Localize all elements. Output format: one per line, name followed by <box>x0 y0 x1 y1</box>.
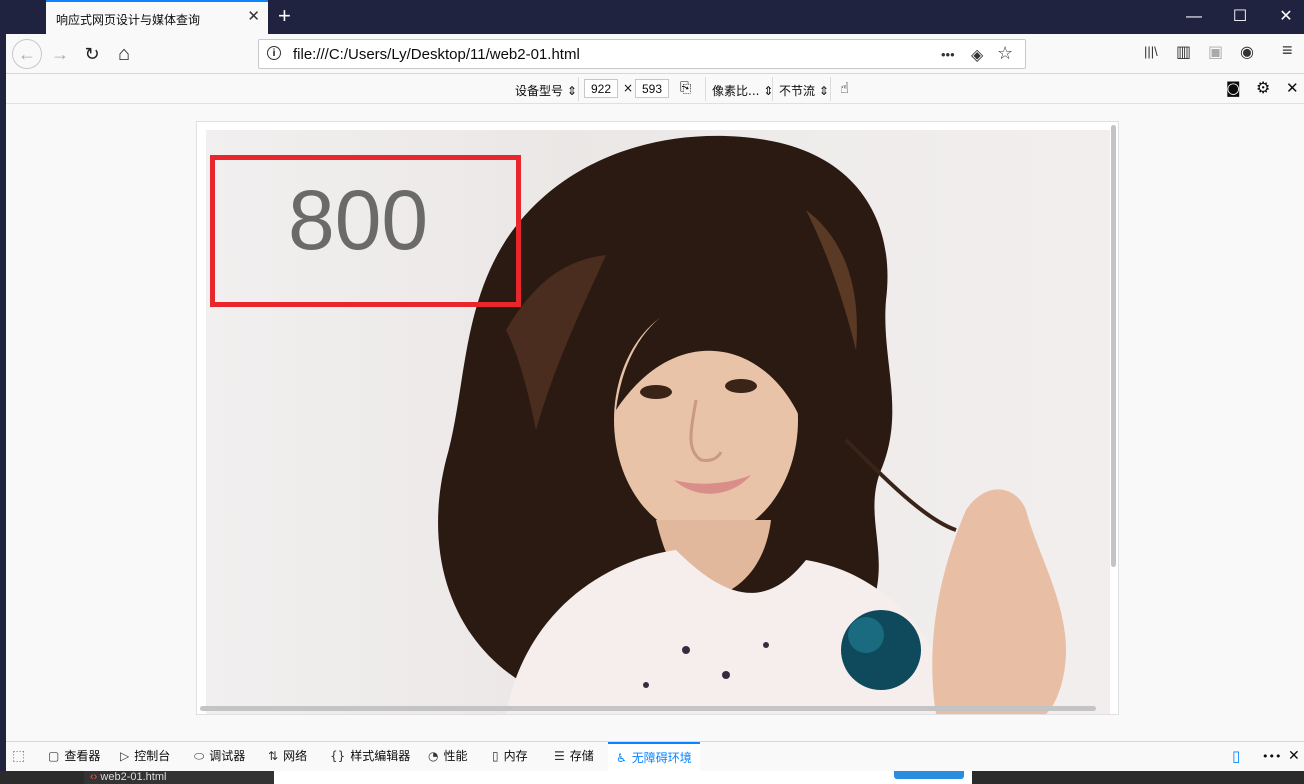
divider <box>830 77 831 101</box>
title-bar: 响应式网页设计与媒体查询 ✕ + — ☐ ✕ <box>0 0 1304 34</box>
debugger-icon: ⬭ <box>194 749 205 763</box>
background-file-tab: ‹› web2-01.html <box>84 771 274 784</box>
divider <box>705 77 706 101</box>
tab-accessibility[interactable]: ♿ 无障碍环境 <box>608 742 700 771</box>
tab-close-icon[interactable]: ✕ <box>247 9 260 24</box>
devtools-toolbar: ⬚ ▢ 查看器 ▷ 控制台 ⬭ 调试器 ⇅ 网络 {} 样式编辑器 ◔ 性能 ▯ 内存 ☰ 存储… <box>6 741 1304 771</box>
tab-network[interactable]: ⇅ 网络 <box>268 742 307 771</box>
dimension-separator: × <box>623 81 634 95</box>
tab-memory[interactable]: ▯ 内存 <box>492 742 528 771</box>
vertical-scrollbar[interactable] <box>1111 125 1116 567</box>
touch-simulation-icon[interactable]: ☝ <box>840 79 849 97</box>
info-icon[interactable]: i <box>267 46 281 60</box>
throttle-selector[interactable]: 不节流 ⇕ <box>779 82 829 99</box>
background-editor <box>274 771 972 784</box>
storage-icon: ☰ <box>554 749 565 763</box>
tab-debugger[interactable]: ⬭ 调试器 <box>194 742 245 771</box>
simulated-viewport: 800 <box>196 121 1119 715</box>
settings-gear-icon[interactable]: ⚙ <box>1256 78 1270 97</box>
window-edge <box>0 34 6 784</box>
tab-style-editor[interactable]: {} 样式编辑器 <box>330 742 410 771</box>
url-text[interactable]: file:///C:/Users/Ly/Desktop/11/web2-01.h… <box>293 46 580 63</box>
account-icon[interactable]: ◉ <box>1240 42 1254 62</box>
console-icon: ▷ <box>120 749 130 763</box>
forward-button[interactable]: → <box>46 40 74 68</box>
memory-icon: ▯ <box>492 749 499 763</box>
sidebar-icon[interactable]: ▥ <box>1176 42 1191 62</box>
url-bar[interactable]: i file:///C:/Users/Ly/Desktop/11/web2-01… <box>258 39 1026 69</box>
menu-icon[interactable]: ≡ <box>1282 40 1293 61</box>
tab-title: 响应式网页设计与媒体查询 <box>56 13 201 27</box>
screenshot-icon[interactable]: ◙ <box>1226 79 1241 97</box>
close-rdm-icon[interactable]: ✕ <box>1286 79 1299 97</box>
minimize-button[interactable]: — <box>1178 6 1210 28</box>
devtools-more-icon[interactable]: ••• <box>1262 742 1281 771</box>
viewport-width-input[interactable]: 922 <box>584 79 618 98</box>
background-button <box>894 771 964 779</box>
viewport-height-input[interactable]: 593 <box>635 79 669 98</box>
network-icon: ⇅ <box>268 749 279 763</box>
style-editor-icon: {} <box>330 749 346 763</box>
inspector-icon: ▢ <box>48 749 60 763</box>
pocket-icon[interactable]: ◈ <box>971 45 983 65</box>
back-button[interactable]: ← <box>12 39 42 69</box>
tab-performance[interactable]: ◔ 性能 <box>428 742 468 771</box>
browser-tab[interactable]: 响应式网页设计与媒体查询 ✕ <box>46 0 268 34</box>
close-window-button[interactable]: ✕ <box>1270 6 1302 28</box>
portrait-photo: 800 <box>206 130 1110 714</box>
responsive-toolbar: 设备型号 ⇕ 922 × 593 ⎘ 像素比... ⇕ 不节流 ⇕ ☝ ◙ ⚙ … <box>6 74 1304 104</box>
bookmark-star-icon[interactable]: ☆ <box>997 43 1013 64</box>
navigation-bar: ← → ↻ ⌂ i file:///C:/Users/Ly/Desktop/11… <box>6 34 1304 74</box>
extension-icon[interactable]: ▣ <box>1208 42 1223 62</box>
horizontal-scrollbar[interactable] <box>200 706 1096 711</box>
accessibility-icon: ♿ <box>616 751 627 765</box>
library-icon[interactable]: |||\ <box>1144 44 1158 59</box>
device-selector[interactable]: 设备型号 ⇕ <box>515 82 577 99</box>
rotate-icon[interactable]: ⎘ <box>680 80 691 96</box>
pick-element-icon[interactable]: ⬚ <box>12 742 25 771</box>
new-tab-button[interactable]: + <box>278 4 291 28</box>
tab-inspector[interactable]: ▢ 查看器 <box>48 742 100 771</box>
divider <box>578 77 579 101</box>
dock-toggle-icon[interactable]: ▯ <box>1232 742 1240 771</box>
performance-icon: ◔ <box>428 749 439 763</box>
devtools-close-icon[interactable]: ✕ <box>1288 742 1300 771</box>
annotation-number: 800 <box>288 173 429 267</box>
maximize-button[interactable]: ☐ <box>1224 6 1256 28</box>
tab-storage[interactable]: ☰ 存储 <box>554 742 594 771</box>
reload-button[interactable]: ↻ <box>78 40 106 68</box>
divider <box>772 77 773 101</box>
tab-console[interactable]: ▷ 控制台 <box>120 742 170 771</box>
page-actions-icon[interactable]: ••• <box>941 47 955 62</box>
dpr-selector[interactable]: 像素比... ⇕ <box>712 82 773 99</box>
home-button[interactable]: ⌂ <box>110 40 138 68</box>
